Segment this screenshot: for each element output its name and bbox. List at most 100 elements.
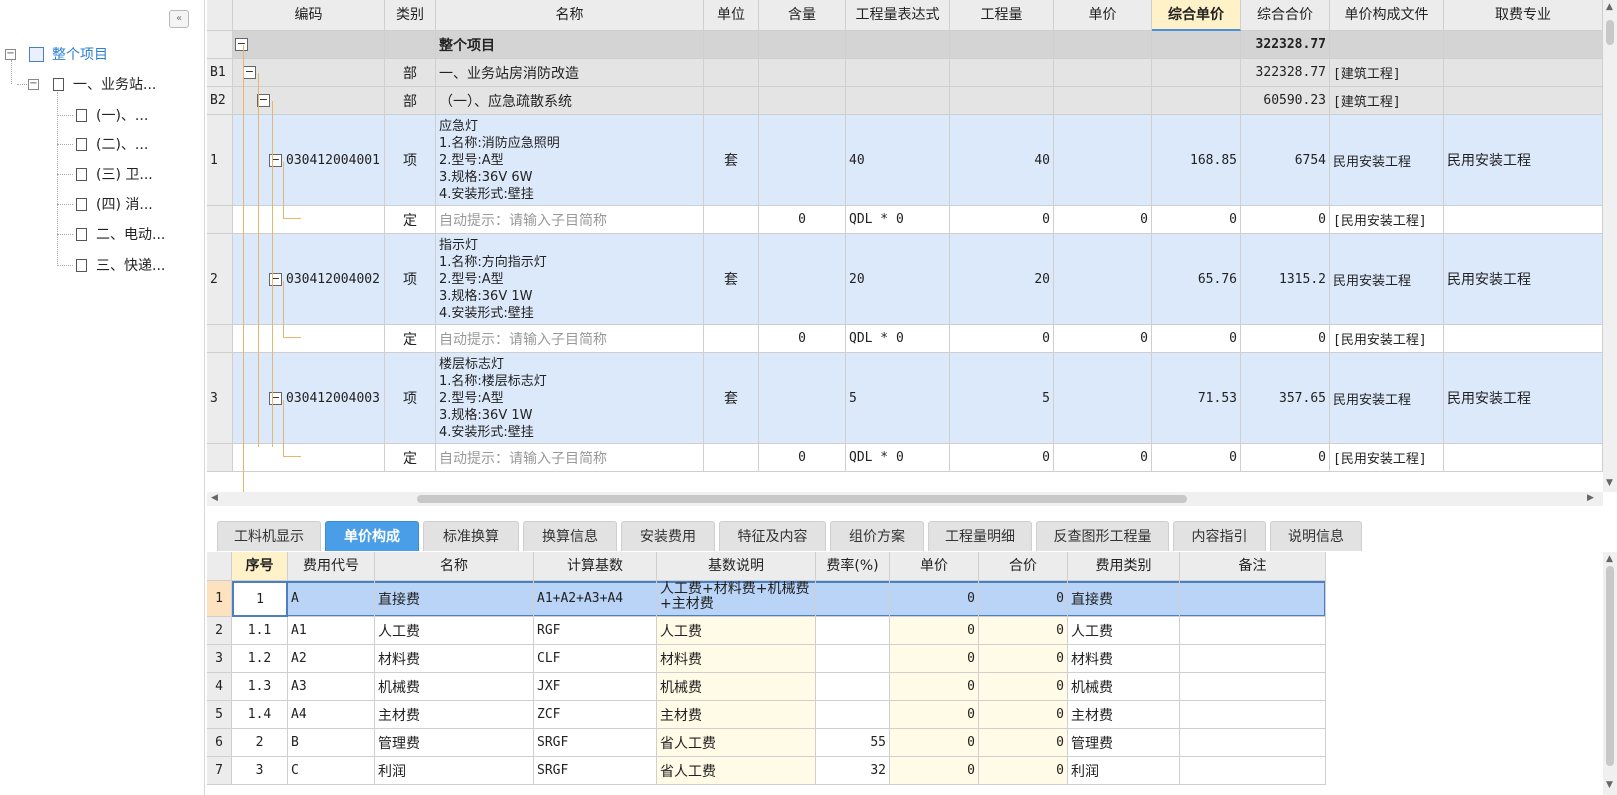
cell-unit[interactable]: 套 [704, 353, 759, 444]
cell-price[interactable]: 0 [1054, 325, 1152, 353]
cell-name[interactable]: 指示灯 1.名称:方向指示灯 2.型号:A型 3.规格:36V 1W 4.安装形式:壁挂 [436, 234, 704, 325]
cell-spec[interactable] [1444, 206, 1603, 234]
cell-spec[interactable] [1444, 444, 1603, 472]
tab-7[interactable]: 组价方案 [830, 521, 924, 551]
cell-price[interactable] [1054, 353, 1152, 444]
cell-file[interactable]: 民用安装工程 [1330, 234, 1444, 325]
cell-code[interactable]: A3 [288, 673, 375, 701]
scroll-up-icon[interactable]: ▲ [1606, 554, 1613, 564]
cell-price[interactable]: 0 [1054, 444, 1152, 472]
cell-name[interactable]: 自动提示：请输入子目简称 [436, 444, 704, 472]
cell-file[interactable]: [民用安装工程] [1330, 325, 1444, 353]
cell-type[interactable]: 定 [385, 325, 436, 353]
cell-note[interactable] [1180, 701, 1326, 729]
table-row[interactable]: 2 1.1 A1 人工费 RGF 人工费 0 0 人工费 [207, 617, 1326, 645]
cell-content[interactable] [759, 31, 846, 59]
cell-n[interactable]: 2 [207, 617, 232, 645]
cell-code[interactable]: − [233, 31, 385, 59]
header-price[interactable]: 单价 [890, 552, 979, 581]
table-row[interactable]: 定自动提示：请输入子目简称 0 QDL * 0 0 0 0 0 [民用安装工程] [207, 206, 1603, 234]
tree-item-sub-2[interactable]: (二)、... [76, 134, 148, 156]
cell-seq[interactable]: B1 [207, 59, 233, 87]
table-row[interactable]: 3 1.2 A2 材料费 CLF 材料费 0 0 材料费 [207, 645, 1326, 673]
header-desc[interactable]: 基数说明 [657, 552, 816, 581]
collapse-toggle-icon[interactable]: − [269, 153, 282, 167]
cell-seq[interactable]: B2 [207, 87, 233, 115]
header-price-file[interactable]: 单价构成文件 [1330, 0, 1444, 31]
cell-base[interactable]: ZCF [534, 701, 657, 729]
cell-total[interactable]: 0 [979, 729, 1068, 757]
cell-name[interactable]: 自动提示：请输入子目简称 [436, 206, 704, 234]
cell-name[interactable]: 一、业务站房消防改造 [436, 59, 704, 87]
cell-seq[interactable] [207, 325, 233, 353]
collapse-toggle-icon[interactable]: − [269, 391, 282, 405]
cell-unit[interactable]: 套 [704, 234, 759, 325]
cell-type[interactable]: 项 [385, 115, 436, 206]
grid-horizontal-scrollbar[interactable]: ◀ ▶ [207, 492, 1603, 506]
cell-name[interactable]: 主材费 [375, 701, 534, 729]
cell-qty[interactable]: 20 [950, 234, 1054, 325]
cell-n[interactable]: 7 [207, 757, 232, 785]
cell-seq[interactable] [207, 31, 233, 59]
cell-desc[interactable]: 主材费 [657, 701, 816, 729]
cell-seq[interactable]: 1.4 [232, 701, 288, 729]
header-base[interactable]: 计算基数 [534, 552, 657, 581]
cell-base[interactable]: SRGF [534, 757, 657, 785]
cell-type[interactable]: 部 [385, 87, 436, 115]
cell-code[interactable]: A1 [288, 617, 375, 645]
cell-type[interactable]: 项 [385, 353, 436, 444]
header-quantity[interactable]: 工程量 [950, 0, 1054, 31]
tab-9[interactable]: 反查图形工程量 [1036, 521, 1169, 551]
cell-total[interactable]: 0 [979, 757, 1068, 785]
cell-rate[interactable] [816, 581, 890, 617]
cell-code[interactable]: − [233, 59, 385, 87]
table-row[interactable]: 2−030412004002 项指示灯 1.名称:方向指示灯 2.型号:A型 3.规格:… [207, 234, 1603, 325]
cell-uprice[interactable]: 0 [1152, 444, 1241, 472]
cell-price[interactable] [1054, 115, 1152, 206]
header-code[interactable]: 编码 [233, 0, 385, 31]
cell-cat[interactable]: 主材费 [1068, 701, 1180, 729]
collapse-toggle-icon[interactable]: − [5, 49, 16, 60]
header-cat[interactable]: 费用类别 [1068, 552, 1180, 581]
cell-seq[interactable]: 1 [207, 115, 233, 206]
cell-qty[interactable] [950, 31, 1054, 59]
cell-price[interactable] [1054, 59, 1152, 87]
tab-2[interactable]: 单价构成 [325, 521, 419, 551]
cell-uprice[interactable]: 65.76 [1152, 234, 1241, 325]
cell-code[interactable]: − [233, 87, 385, 115]
scroll-thumb[interactable] [417, 495, 1187, 503]
cell-price[interactable]: 0 [1054, 206, 1152, 234]
header-unit[interactable]: 单位 [704, 0, 759, 31]
header-unit-price[interactable]: 综合单价 [1152, 0, 1241, 31]
cell-price[interactable]: 0 [890, 581, 979, 617]
cell-qty[interactable]: 40 [950, 115, 1054, 206]
table-row[interactable]: 定自动提示：请输入子目简称 0 QDL * 0 0 0 0 0 [民用安装工程] [207, 444, 1603, 472]
cell-code[interactable] [233, 444, 385, 472]
cell-n[interactable]: 3 [207, 645, 232, 673]
cell-spec[interactable] [1444, 59, 1603, 87]
collapse-toggle-icon[interactable]: − [243, 66, 256, 79]
cell-price[interactable]: 0 [890, 757, 979, 785]
cell-code[interactable]: B [288, 729, 375, 757]
cell-name[interactable]: 自动提示：请输入子目简称 [436, 325, 704, 353]
cell-content[interactable] [759, 87, 846, 115]
cell-total[interactable]: 1315.2 [1241, 234, 1330, 325]
cell-expr[interactable] [846, 59, 950, 87]
cell-unit[interactable] [704, 59, 759, 87]
cell-total[interactable]: 0 [979, 645, 1068, 673]
tree-item-section-2[interactable]: 二、电动... [76, 224, 165, 246]
cell-type[interactable]: 定 [385, 444, 436, 472]
cell-note[interactable] [1180, 645, 1326, 673]
cell-uprice[interactable] [1152, 59, 1241, 87]
cell-expr[interactable]: QDL * 0 [846, 325, 950, 353]
cell-total[interactable]: 60590.23 [1241, 87, 1330, 115]
cell-total[interactable]: 0 [1241, 444, 1330, 472]
tree-item-sub-4[interactable]: (四) 消... [76, 194, 153, 216]
cell-base[interactable]: RGF [534, 617, 657, 645]
cell-content[interactable]: 0 [759, 206, 846, 234]
cell-n[interactable]: 4 [207, 673, 232, 701]
cell-base[interactable]: CLF [534, 645, 657, 673]
header-type[interactable]: 类别 [385, 0, 436, 31]
scroll-thumb[interactable] [1606, 20, 1614, 45]
table-row[interactable]: 定自动提示：请输入子目简称 0 QDL * 0 0 0 0 0 [民用安装工程] [207, 325, 1603, 353]
